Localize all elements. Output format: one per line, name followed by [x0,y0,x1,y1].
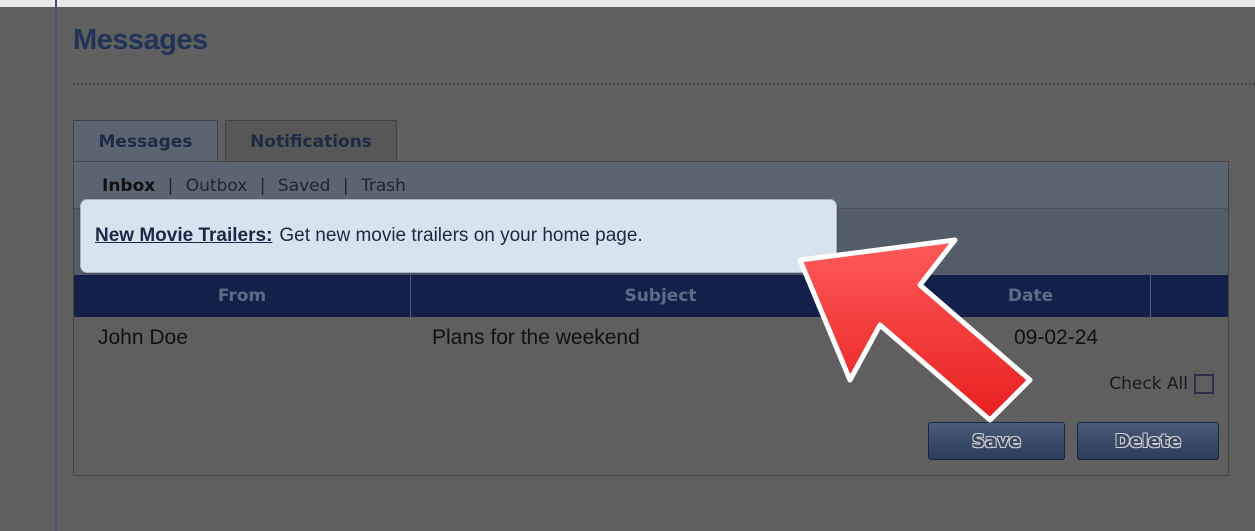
subnav-separator: | [167,176,174,196]
table-header: From Subject Date [74,275,1228,317]
notification-tooltip: New Movie Trailers: Get new movie traile… [80,199,837,273]
subnav-item-outbox[interactable]: Outbox [186,176,248,196]
title-divider [73,83,1255,85]
column-header-from[interactable]: From [74,275,411,317]
subnav-item-inbox[interactable]: Inbox [102,176,155,196]
tab-notifications[interactable]: Notifications [225,120,397,162]
subnav-separator: | [342,176,349,196]
tooltip-link[interactable]: New Movie Trailers: [95,225,272,247]
subnav-links: Inbox | Outbox | Saved | Trash [102,176,406,196]
tab-messages[interactable]: Messages [73,120,218,162]
subnav-separator: | [259,176,266,196]
check-all-label: Check All [1109,374,1188,394]
subnav-item-saved[interactable]: Saved [278,176,331,196]
checkbox-icon[interactable] [1194,374,1214,394]
cell-from: John Doe [98,326,188,349]
delete-button[interactable]: Delete [1077,422,1219,460]
column-header-select [1151,275,1228,317]
table-row[interactable]: John Doe Plans for the weekend 09-02-24 [74,318,1228,358]
cell-subject[interactable]: Plans for the weekend [432,326,640,350]
tooltip-text: Get new movie trailers on your home page… [279,225,643,246]
page-title: Messages [73,24,208,56]
left-rule [55,0,57,531]
pointer-arrow-icon [797,237,1033,423]
subnav-item-trash[interactable]: Trash [361,176,406,196]
top-strip [0,0,1255,7]
check-all[interactable]: Check All [1109,374,1214,394]
